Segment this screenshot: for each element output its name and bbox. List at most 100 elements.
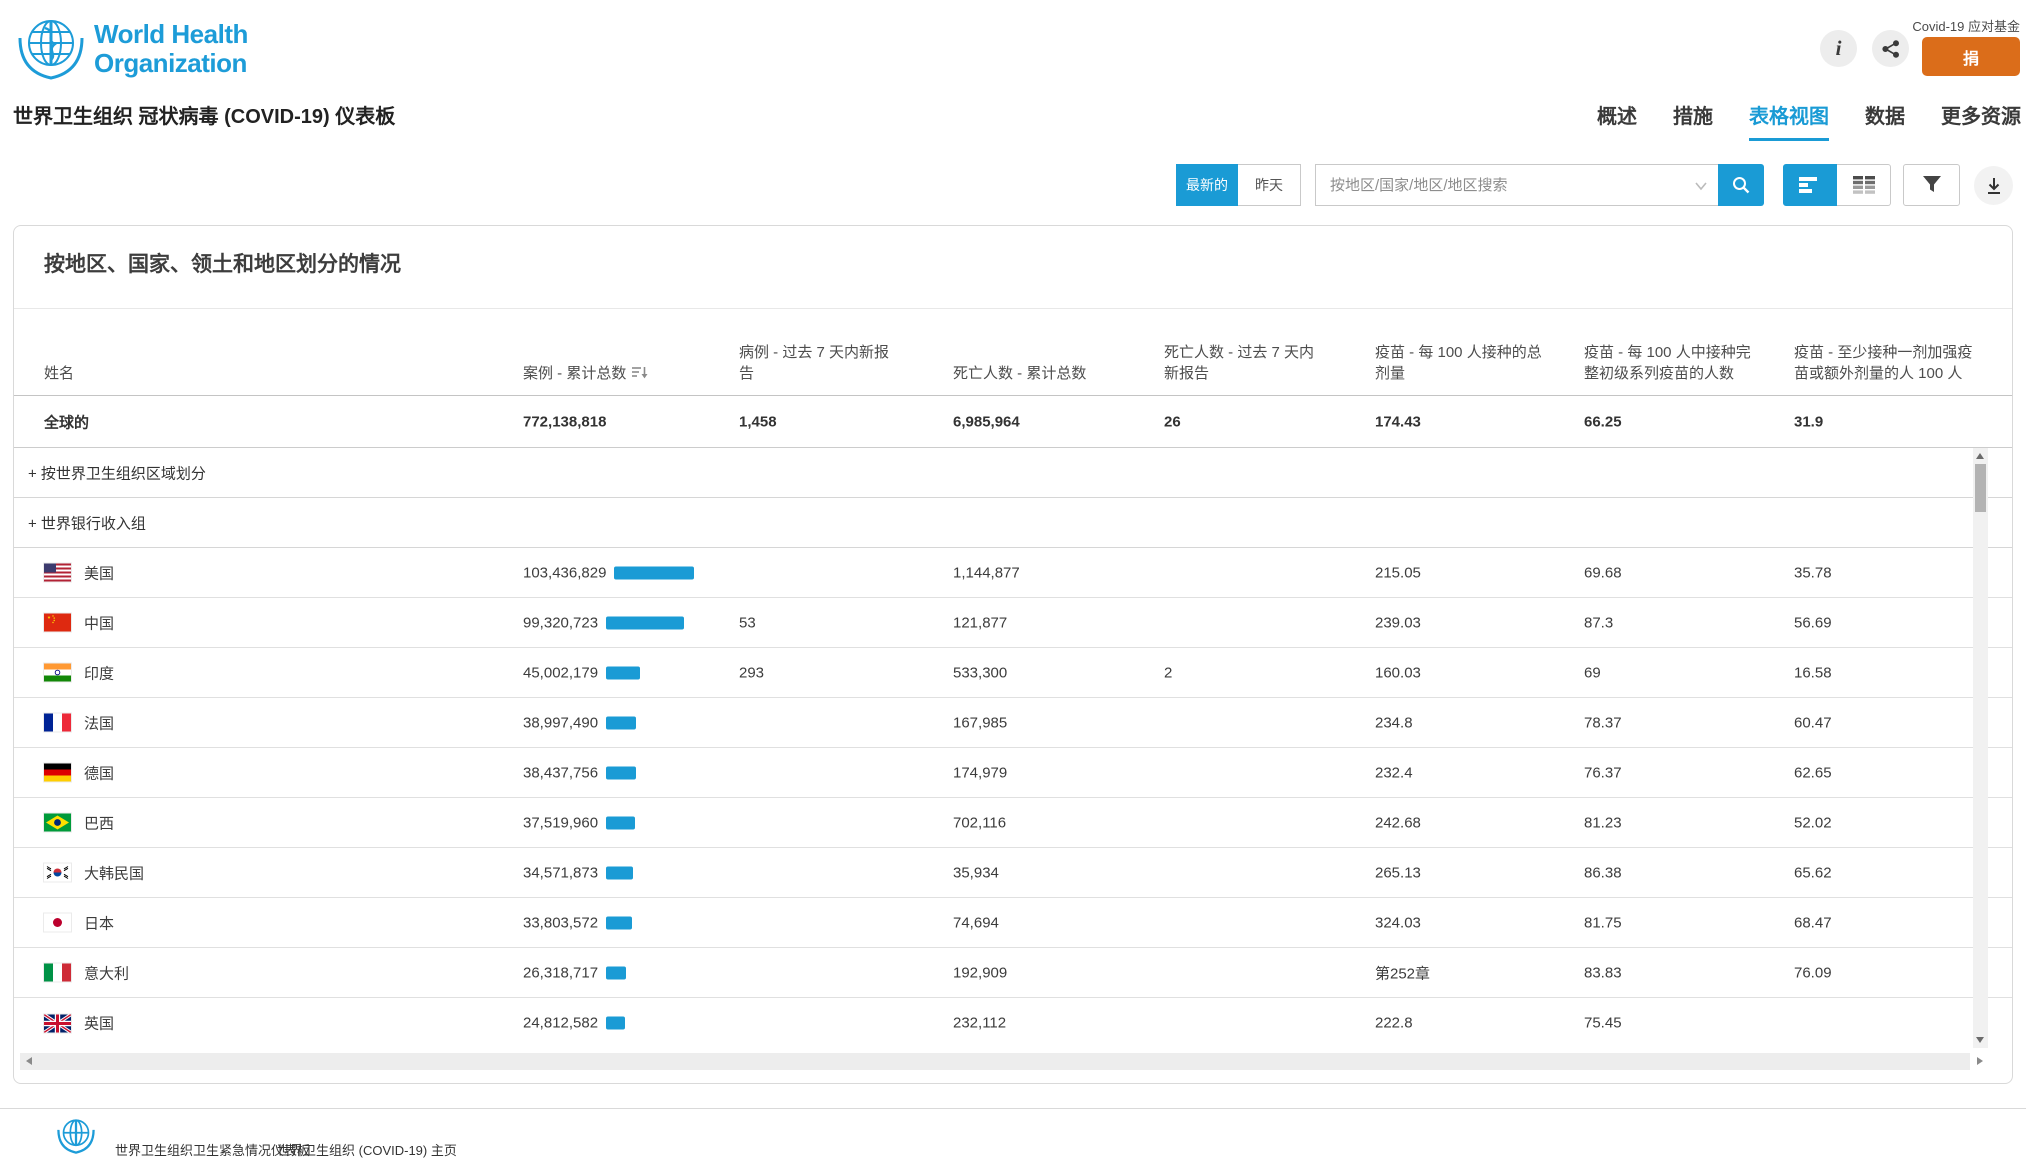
- cases-total-value: 45,002,179: [523, 664, 598, 681]
- table-header-row: 姓名 案例 - 累计总数 病例 - 过去 7 天内新报告 死亡人数 - 累计总数…: [14, 308, 2012, 396]
- table-row[interactable]: 法国 38,997,490 167,985 234.8 78.37 60.47: [14, 698, 2012, 748]
- column-header-vaccine-primary[interactable]: 疫苗 - 每 100 人中接种完整初级系列疫苗的人数: [1584, 342, 1762, 386]
- vertical-scrollbar[interactable]: [1973, 448, 1988, 1048]
- horizontal-scrollbar[interactable]: [20, 1053, 1970, 1070]
- column-header-cases-total[interactable]: 案例 - 累计总数: [523, 363, 723, 385]
- expand-row-world-bank-income-label: + 世界银行收入组: [28, 512, 146, 533]
- vax-primary-value: 81.75: [1584, 914, 1762, 931]
- column-header-vaccine-doses[interactable]: 疫苗 - 每 100 人接种的总剂量: [1375, 342, 1543, 386]
- nav-measures[interactable]: 措施: [1673, 100, 1713, 141]
- covid-fund-label: Covid-19 应对基金: [1912, 16, 2020, 35]
- vertical-scrollbar-thumb[interactable]: [1975, 464, 1986, 512]
- column-header-name[interactable]: 姓名: [44, 363, 344, 385]
- vax-primary-value: 69: [1584, 664, 1762, 681]
- table-row[interactable]: 印度 45,002,179 293 533,300 2 160.03 69 16…: [14, 648, 2012, 698]
- deaths-new-value: 2: [1164, 664, 1326, 681]
- scroll-left-icon[interactable]: [26, 1057, 32, 1065]
- global-cases-link[interactable]: 772,138,818: [523, 413, 723, 430]
- country-name: 日本: [84, 912, 114, 933]
- column-header-cases-total-label: 案例 - 累计总数: [523, 365, 626, 382]
- cases-bar: [606, 766, 636, 779]
- yesterday-toggle-button[interactable]: 昨天: [1238, 164, 1301, 206]
- country-name: 巴西: [84, 812, 114, 833]
- scroll-up-icon[interactable]: [1976, 453, 1984, 459]
- download-icon: [1986, 177, 2002, 195]
- filter-icon: [1922, 176, 1942, 194]
- scroll-right-button[interactable]: [1973, 1052, 1988, 1070]
- global-cases-new: 1,458: [739, 413, 901, 430]
- table-row[interactable]: 日本 33,803,572 74,694 324.03 81.75 68.47: [14, 898, 2012, 948]
- page-title: 世界卫生组织 冠状病毒 (COVID-19) 仪表板: [13, 100, 395, 129]
- share-button[interactable]: [1872, 30, 1909, 67]
- column-header-deaths-new7d[interactable]: 死亡人数 - 过去 7 天内新报告: [1164, 342, 1326, 386]
- vax-booster-value: 52.02: [1794, 814, 1978, 831]
- bar-view-icon: [1799, 176, 1821, 194]
- chevron-down-icon[interactable]: [1694, 179, 1708, 193]
- table-row[interactable]: 意大利 26,318,717 192,909 第252章 83.83 76.09: [14, 948, 2012, 998]
- deaths-total-value: 35,934: [953, 864, 1138, 881]
- nav-more-resources[interactable]: 更多资源: [1941, 100, 2021, 141]
- table-row[interactable]: 美国 103,436,829 1,144,877 215.05 69.68 35…: [14, 548, 2012, 598]
- table-row[interactable]: 中国 99,320,723 53 121,877 239.03 87.3 56.…: [14, 598, 2012, 648]
- vax-doses-value: 160.03: [1375, 664, 1543, 681]
- cases-bar: [614, 566, 694, 579]
- table-row[interactable]: 大韩民国 34,571,873 35,934 265.13 86.38 65.6…: [14, 848, 2012, 898]
- scroll-right-icon: [1977, 1057, 1983, 1065]
- donate-button[interactable]: 捐: [1922, 37, 2020, 76]
- vax-booster-value: 62.65: [1794, 764, 1978, 781]
- footer-link-covid-homepage[interactable]: 世界卫生组织 (COVID-19) 主页: [277, 1140, 457, 1159]
- filter-button[interactable]: [1903, 164, 1960, 206]
- uk-flag-icon: [44, 1014, 71, 1032]
- scroll-down-icon[interactable]: [1976, 1037, 1984, 1043]
- cases-bar: [606, 866, 633, 879]
- global-deaths-new: 26: [1164, 413, 1326, 430]
- deaths-total-value: 167,985: [953, 714, 1138, 731]
- deaths-total-value: 702,116: [953, 814, 1138, 831]
- italy-flag-icon: [44, 964, 71, 982]
- vax-primary-value: 83.83: [1584, 964, 1762, 981]
- column-header-vaccine-booster[interactable]: 疫苗 - 至少接种一剂加强疫苗或额外剂量的人 100 人: [1794, 342, 1978, 386]
- vax-doses-value: 232.4: [1375, 764, 1543, 781]
- vax-primary-value: 78.37: [1584, 714, 1762, 731]
- us-flag-icon: [44, 564, 71, 582]
- global-name: 全球的: [44, 411, 344, 432]
- table-view-icon: [1853, 176, 1875, 194]
- cases-bar: [606, 816, 635, 829]
- vax-primary-value: 69.68: [1584, 564, 1762, 581]
- search-input[interactable]: [1316, 165, 1718, 205]
- cases-total-value: 99,320,723: [523, 614, 598, 631]
- column-header-cases-new7d[interactable]: 病例 - 过去 7 天内新报告: [739, 342, 901, 386]
- latest-toggle-button[interactable]: 最新的: [1176, 164, 1238, 206]
- column-header-deaths-total[interactable]: 死亡人数 - 累计总数: [953, 363, 1138, 385]
- vax-primary-value: 86.38: [1584, 864, 1762, 881]
- table-row[interactable]: 巴西 37,519,960 702,116 242.68 81.23 52.02: [14, 798, 2012, 848]
- nav-table-view[interactable]: 表格视图: [1749, 100, 1829, 141]
- nav-overview[interactable]: 概述: [1597, 100, 1637, 141]
- country-name: 英国: [84, 1013, 114, 1034]
- vax-doses-value: 222.8: [1375, 1015, 1543, 1032]
- cases-total-value: 33,803,572: [523, 914, 598, 931]
- bar-view-button[interactable]: [1783, 164, 1837, 206]
- table-row[interactable]: 英国 24,812,582 232,112 222.8 75.45: [14, 998, 2012, 1048]
- nav-data[interactable]: 数据: [1865, 100, 1905, 141]
- expand-row-who-regions[interactable]: + 按世界卫生组织区域划分: [14, 448, 2012, 498]
- cases-total-value: 38,997,490: [523, 714, 598, 731]
- table-row-global[interactable]: 全球的 772,138,818 1,458 6,985,964 26 174.4…: [14, 396, 2012, 448]
- share-icon: [1882, 40, 1900, 58]
- search-button[interactable]: [1718, 164, 1764, 206]
- who-wordmark: World Health Organization: [94, 20, 248, 78]
- china-flag-icon: [44, 614, 71, 632]
- country-name: 美国: [84, 562, 114, 583]
- situation-table-card: 按地区、国家、领土和地区划分的情况 姓名 案例 - 累计总数 病例 - 过去 7…: [13, 225, 2013, 1084]
- footer-divider: [0, 1108, 2026, 1109]
- vax-booster-value: 60.47: [1794, 714, 1978, 731]
- table-view-button[interactable]: [1837, 164, 1891, 206]
- global-deaths: 6,985,964: [953, 413, 1138, 430]
- vax-booster-value: 65.62: [1794, 864, 1978, 881]
- table-row[interactable]: 德国 38,437,756 174,979 232.4 76.37 62.65: [14, 748, 2012, 798]
- deaths-total-value: 121,877: [953, 614, 1138, 631]
- vax-primary-value: 81.23: [1584, 814, 1762, 831]
- expand-row-world-bank-income[interactable]: + 世界银行收入组: [14, 498, 2012, 548]
- download-button[interactable]: [1974, 166, 2013, 205]
- info-button[interactable]: i: [1820, 30, 1857, 67]
